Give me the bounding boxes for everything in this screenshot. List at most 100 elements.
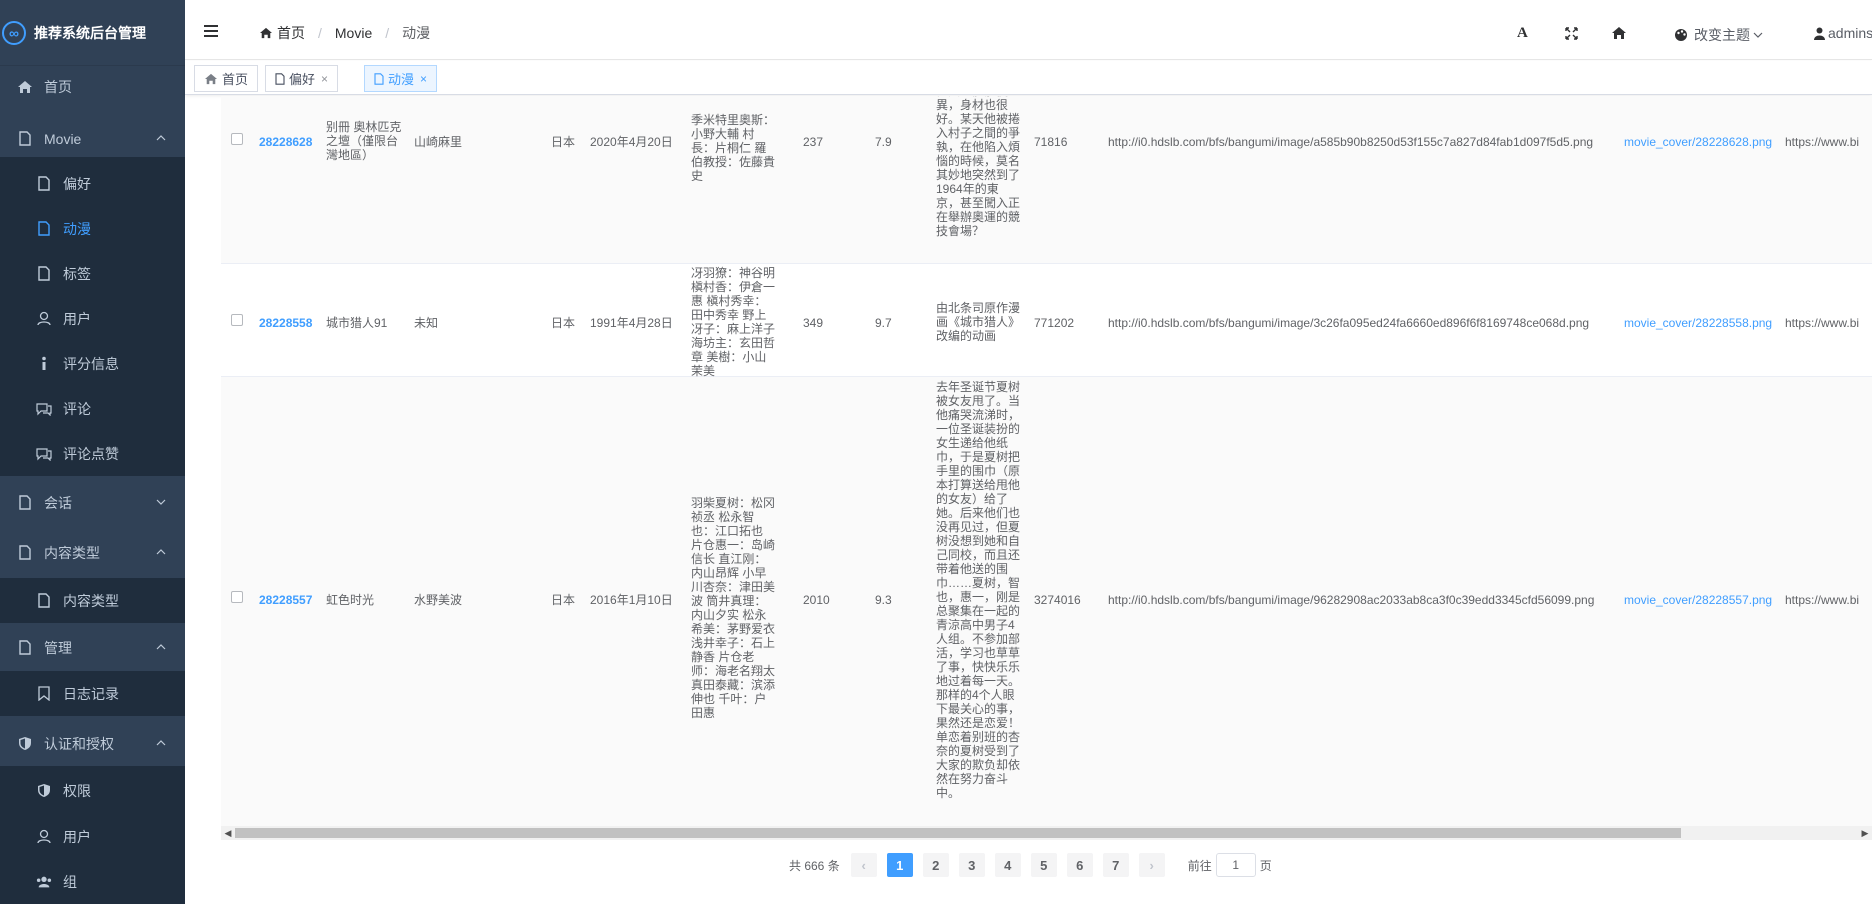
sidebar-item-sessions[interactable]: 会话: [0, 480, 185, 525]
sidebar-item-auth-users[interactable]: 用户: [0, 814, 185, 859]
prev-page-button[interactable]: ‹: [850, 853, 877, 877]
table-row[interactable]: 28228557 虹色时光 水野美波 日本 2016年1月10日 羽柴夏树：松冈…: [221, 377, 1872, 827]
breadcrumb-item-movie[interactable]: Movie: [335, 25, 372, 41]
sidebar-item-tags[interactable]: 标签: [0, 251, 185, 296]
sidebar-item-logs[interactable]: 日志记录: [0, 671, 185, 716]
sidebar-item-label: 评论点赞: [63, 445, 119, 462]
close-icon[interactable]: ×: [321, 72, 328, 86]
scrollbar-thumb[interactable]: [235, 828, 1681, 838]
sidebar-item-label: 评分信息: [63, 355, 119, 372]
page-button-6[interactable]: 6: [1066, 853, 1093, 877]
close-icon[interactable]: ×: [420, 72, 427, 86]
document-icon: [275, 72, 285, 85]
sidebar-item-groups[interactable]: 组: [0, 859, 185, 904]
sidebar-item-movie[interactable]: Movie: [0, 116, 185, 161]
hamburger-icon[interactable]: [204, 24, 218, 38]
sidebar-item-permissions[interactable]: 权限: [0, 768, 185, 813]
breadcrumb-item-home[interactable]: 首页: [277, 23, 305, 43]
page-button-2[interactable]: 2: [922, 853, 949, 877]
row-checkbox[interactable]: [231, 591, 243, 603]
horizontal-scrollbar[interactable]: ◀ ▶: [221, 826, 1872, 840]
table-row[interactable]: 28228628 别冊 奧林匹克之壇（僅限台灣地區） 山崎麻里 日本 2020年…: [221, 96, 1872, 264]
page-button-5[interactable]: 5: [1030, 853, 1057, 877]
cell-date: 1991年4月28日: [590, 316, 673, 330]
sidebar-item-admin[interactable]: 管理: [0, 625, 185, 670]
sidebar-item-ratings[interactable]: 评分信息: [0, 341, 185, 386]
font-size-icon[interactable]: A: [1517, 25, 1528, 42]
theme-dropdown[interactable]: 改变主题: [1674, 25, 1763, 45]
cell-id[interactable]: 28228558: [259, 316, 312, 330]
shield-icon: [36, 783, 52, 799]
cell-link: https://www.bi: [1785, 316, 1860, 330]
cell-count: 349: [803, 316, 824, 330]
sidebar-item-anime[interactable]: 动漫: [0, 206, 185, 251]
anime-table: 28228628 别冊 奧林匹克之壇（僅限台灣地區） 山崎麻里 日本 2020年…: [221, 96, 1872, 843]
sidebar-item-content-type[interactable]: 内容类型: [0, 578, 185, 623]
sidebar-item-home[interactable]: 首页: [0, 64, 185, 109]
tag-anime[interactable]: 动漫 ×: [364, 65, 438, 92]
cell-cast: 羽柴夏树：松冈祯丞 松永智也：江口拓也 片仓惠一：岛崎信长 直江刚：内山昂辉 小…: [691, 496, 776, 720]
cell-score: 9.3: [875, 593, 892, 607]
sidebar-item-label: Movie: [44, 130, 82, 147]
page-button-1[interactable]: 1: [886, 853, 913, 877]
row-checkbox[interactable]: [231, 314, 243, 326]
page-button-7[interactable]: 7: [1102, 853, 1129, 877]
cell-cover-link[interactable]: movie_cover/28228628.png: [1624, 135, 1772, 149]
user-icon: [36, 829, 52, 845]
palette-icon: [1675, 29, 1687, 41]
sidebar-item-label: 组: [63, 873, 77, 890]
cell-count: 237: [803, 135, 824, 149]
table-row[interactable]: 28228558 城市猎人91 未知 日本 1991年4月28日 冴羽獠：神谷明…: [221, 264, 1872, 378]
goto-page-input[interactable]: [1215, 853, 1256, 877]
scroll-right-icon[interactable]: ▶: [1860, 828, 1870, 838]
cell-name: 城市猎人91: [326, 316, 388, 330]
sidebar-item-auth[interactable]: 认证和授权: [0, 721, 185, 766]
sidebar-item-label: 用户: [63, 310, 91, 327]
document-icon: [36, 593, 52, 609]
chevron-up-icon: [156, 740, 166, 746]
pagination: 共 666 条 ‹ 1 2 3 4 5 6 7 › 前往 页: [789, 853, 1272, 877]
sidebar-item-comments[interactable]: 评论: [0, 386, 185, 431]
document-icon: [36, 221, 52, 237]
cell-date: 2020年4月20日: [590, 135, 673, 149]
sidebar-item-content-types[interactable]: 内容类型: [0, 530, 185, 575]
sidebar-item-preference[interactable]: 偏好: [0, 161, 185, 206]
goto-prefix: 前往: [1187, 858, 1212, 873]
cell-id[interactable]: 28228557: [259, 593, 312, 607]
document-icon: [36, 176, 52, 192]
sidebar-item-label: 内容类型: [63, 592, 119, 609]
cell-cast: 冴羽獠：神谷明 槇村香：伊倉一惠 槇村秀幸：田中秀幸 野上冴子：麻上洋子 海坊主…: [691, 266, 776, 378]
page-button-3[interactable]: 3: [958, 853, 985, 877]
tag-home[interactable]: 首页: [194, 65, 259, 92]
chevron-up-icon: [156, 135, 166, 141]
document-icon: [17, 545, 33, 561]
cell-cover-link[interactable]: movie_cover/28228557.png: [1624, 593, 1772, 607]
row-checkbox[interactable]: [231, 133, 243, 145]
cell-score: 9.7: [875, 316, 892, 330]
document-icon: [374, 72, 384, 85]
sidebar-item-comment-likes[interactable]: 评论点赞: [0, 431, 185, 476]
cell-views: 771202: [1034, 316, 1075, 330]
sidebar-item-users[interactable]: 用户: [0, 296, 185, 341]
breadcrumb-item-anime: 动漫: [402, 25, 431, 41]
cell-cover-link[interactable]: movie_cover/28228558.png: [1624, 316, 1772, 330]
sidebar-item-label: 首页: [44, 78, 72, 95]
document-icon: [36, 266, 52, 282]
home-icon[interactable]: [1611, 26, 1627, 40]
document-icon: [17, 131, 33, 147]
cell-summary: 由北条司原作漫画《城市猎人》改编的动画: [936, 301, 1021, 343]
scroll-left-icon[interactable]: ◀: [223, 828, 233, 838]
app-logo[interactable]: ∞ 推荐系统后台管理: [0, 0, 185, 66]
chevron-up-icon: [156, 644, 166, 650]
user-name: admins: [1828, 25, 1872, 41]
cell-summary: 他天生體能優異，身材也很好。某天他被捲入村子之間的爭執，在他陷入煩惱的時候，莫名…: [936, 96, 1021, 238]
fullscreen-icon[interactable]: [1565, 27, 1578, 40]
next-page-button[interactable]: ›: [1138, 853, 1165, 877]
user-menu[interactable]: admins: [1814, 25, 1872, 41]
cell-views: 3274016: [1034, 593, 1081, 607]
tag-preference[interactable]: 偏好 ×: [265, 65, 339, 92]
cell-director: 山崎麻里: [414, 135, 463, 149]
cell-id[interactable]: 28228628: [259, 135, 312, 149]
bookmark-icon: [36, 686, 52, 702]
page-button-4[interactable]: 4: [994, 853, 1021, 877]
